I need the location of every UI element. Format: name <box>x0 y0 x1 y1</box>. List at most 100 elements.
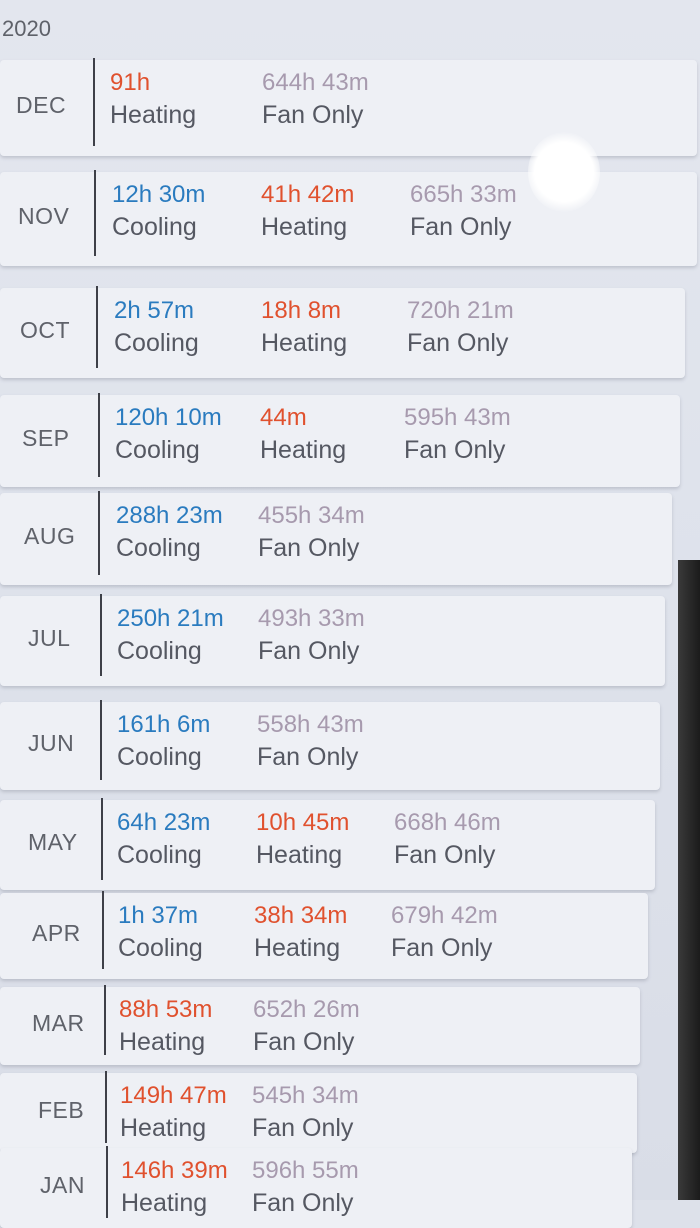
stat-label: Fan Only <box>258 637 360 665</box>
stat-value: 595h 43m <box>404 404 511 431</box>
stat-value: 679h 42m <box>391 902 498 929</box>
month-divider <box>94 170 96 256</box>
month-divider <box>106 1146 108 1218</box>
stat-fan-only: 595h 43m Fan Only <box>404 403 511 467</box>
stat-cooling: 250h 21m Cooling <box>117 604 224 668</box>
stat-value: 64h 23m <box>117 809 211 836</box>
stat-label: Heating <box>260 436 347 464</box>
stat-label: Fan Only <box>252 1114 354 1142</box>
month-card-sep[interactable]: SEP 120h 10m Cooling 44m Heating 595h 43m Fan … <box>0 393 680 487</box>
stat-heating: 44m Heating <box>260 403 346 467</box>
stat-value: 38h 34m <box>254 902 348 929</box>
stat-heating: 41h 42m Heating <box>261 180 354 244</box>
stat-cooling: 161h 6m Cooling <box>117 710 210 774</box>
stat-label: Cooling <box>112 213 197 241</box>
month-label: OCT <box>20 317 71 343</box>
stat-value: 41h 42m <box>261 181 355 208</box>
stat-fan-only: 679h 42m Fan Only <box>391 901 498 965</box>
stat-value: 250h 21m <box>117 605 224 632</box>
stat-heating: 88h 53m Heating <box>119 995 212 1059</box>
stat-cooling: 64h 23m Cooling <box>117 808 210 872</box>
month-divider <box>93 58 95 146</box>
stat-label: Cooling <box>117 841 202 869</box>
stat-value: 288h 23m <box>116 502 223 529</box>
stat-label: Fan Only <box>391 934 493 962</box>
stat-heating: 91h Heating <box>110 68 196 132</box>
stat-label: Cooling <box>115 436 200 464</box>
stat-label: Fan Only <box>394 841 496 869</box>
stat-cooling: 288h 23m Cooling <box>116 501 223 565</box>
stat-heating: 10h 45m Heating <box>256 808 349 872</box>
month-divider <box>101 798 103 880</box>
stat-fan-only: 668h 46m Fan Only <box>394 808 501 872</box>
stat-fan-only: 455h 34m Fan Only <box>258 501 365 565</box>
screen-glare <box>528 132 600 212</box>
stat-label: Heating <box>121 1189 208 1217</box>
month-label: APR <box>32 920 81 946</box>
stat-label: Fan Only <box>252 1189 354 1217</box>
month-card-jun[interactable]: JUN 161h 6m Cooling 558h 43m Fan Only <box>0 700 660 790</box>
stat-label: Fan Only <box>407 329 509 357</box>
month-card-feb[interactable]: FEB 149h 47m Heating 545h 34m Fan Only <box>0 1071 637 1153</box>
month-label: JAN <box>40 1172 85 1198</box>
stat-heating: 146h 39m Heating <box>121 1156 228 1220</box>
usage-history-screen: 2020 DEC 91h Heating 644h 43m Fan Only NOV 12h… <box>0 0 700 1228</box>
month-label: JUN <box>28 730 75 756</box>
stat-label: Fan Only <box>410 213 512 241</box>
month-card-mar[interactable]: MAR 88h 53m Heating 652h 26m Fan Only <box>0 985 640 1065</box>
month-divider <box>105 1071 107 1143</box>
stat-value: 545h 34m <box>252 1082 359 1109</box>
month-divider <box>102 891 104 969</box>
stat-fan-only: 596h 55m Fan Only <box>252 1156 359 1220</box>
stat-value: 18h 8m <box>261 297 342 324</box>
stat-value: 455h 34m <box>258 502 365 529</box>
month-divider <box>104 985 106 1055</box>
stat-value: 644h 43m <box>262 69 369 96</box>
device-bezel <box>678 560 700 1200</box>
stat-label: Heating <box>261 329 348 357</box>
month-divider <box>100 594 102 676</box>
month-label: DEC <box>16 92 67 118</box>
stat-heating: 149h 47m Heating <box>120 1081 227 1145</box>
month-card-dec[interactable]: DEC 91h Heating 644h 43m Fan Only <box>0 58 697 156</box>
stat-label: Heating <box>261 213 348 241</box>
stat-label: Fan Only <box>262 101 364 129</box>
stat-label: Cooling <box>117 743 202 771</box>
month-card-aug[interactable]: AUG 288h 23m Cooling 455h 34m Fan Only <box>0 491 672 585</box>
stat-label: Heating <box>110 101 197 129</box>
stat-value: 2h 57m <box>114 297 195 324</box>
month-label: SEP <box>22 425 70 451</box>
stat-value: 10h 45m <box>256 809 350 836</box>
month-card-may[interactable]: MAY 64h 23m Cooling 10h 45m Heating 668h 46m F… <box>0 798 655 890</box>
stat-fan-only: 558h 43m Fan Only <box>257 710 364 774</box>
stat-value: 665h 33m <box>410 181 517 208</box>
stat-value: 149h 47m <box>120 1082 227 1109</box>
stat-value: 146h 39m <box>121 1157 228 1184</box>
stat-value: 120h 10m <box>115 404 222 431</box>
month-card-apr[interactable]: APR 1h 37m Cooling 38h 34m Heating 679h 42m Fa… <box>0 891 648 979</box>
month-card-jan[interactable]: JAN 146h 39m Heating 596h 55m Fan Only <box>0 1146 632 1228</box>
month-divider <box>96 286 98 368</box>
stat-value: 720h 21m <box>407 297 514 324</box>
month-card-oct[interactable]: OCT 2h 57m Cooling 18h 8m Heating 720h 21m Fan… <box>0 286 685 378</box>
month-divider <box>98 393 100 477</box>
stat-fan-only: 652h 26m Fan Only <box>253 995 360 1059</box>
month-label: AUG <box>24 523 76 549</box>
month-label: JUL <box>28 625 71 651</box>
stat-fan-only: 644h 43m Fan Only <box>262 68 369 132</box>
month-card-jul[interactable]: JUL 250h 21m Cooling 493h 33m Fan Only <box>0 594 665 686</box>
stat-fan-only: 720h 21m Fan Only <box>407 296 514 360</box>
stat-cooling: 120h 10m Cooling <box>115 403 222 467</box>
stat-value: 652h 26m <box>253 996 360 1023</box>
stat-fan-only: 665h 33m Fan Only <box>410 180 517 244</box>
stat-label: Cooling <box>114 329 199 357</box>
stat-heating: 18h 8m Heating <box>261 296 347 360</box>
stat-cooling: 2h 57m Cooling <box>114 296 199 360</box>
stat-value: 44m <box>260 404 307 431</box>
stat-value: 1h 37m <box>118 902 199 929</box>
stat-cooling: 1h 37m Cooling <box>118 901 203 965</box>
stat-cooling: 12h 30m Cooling <box>112 180 205 244</box>
stat-fan-only: 545h 34m Fan Only <box>252 1081 359 1145</box>
stat-label: Fan Only <box>257 743 359 771</box>
stat-value: 12h 30m <box>112 181 206 208</box>
